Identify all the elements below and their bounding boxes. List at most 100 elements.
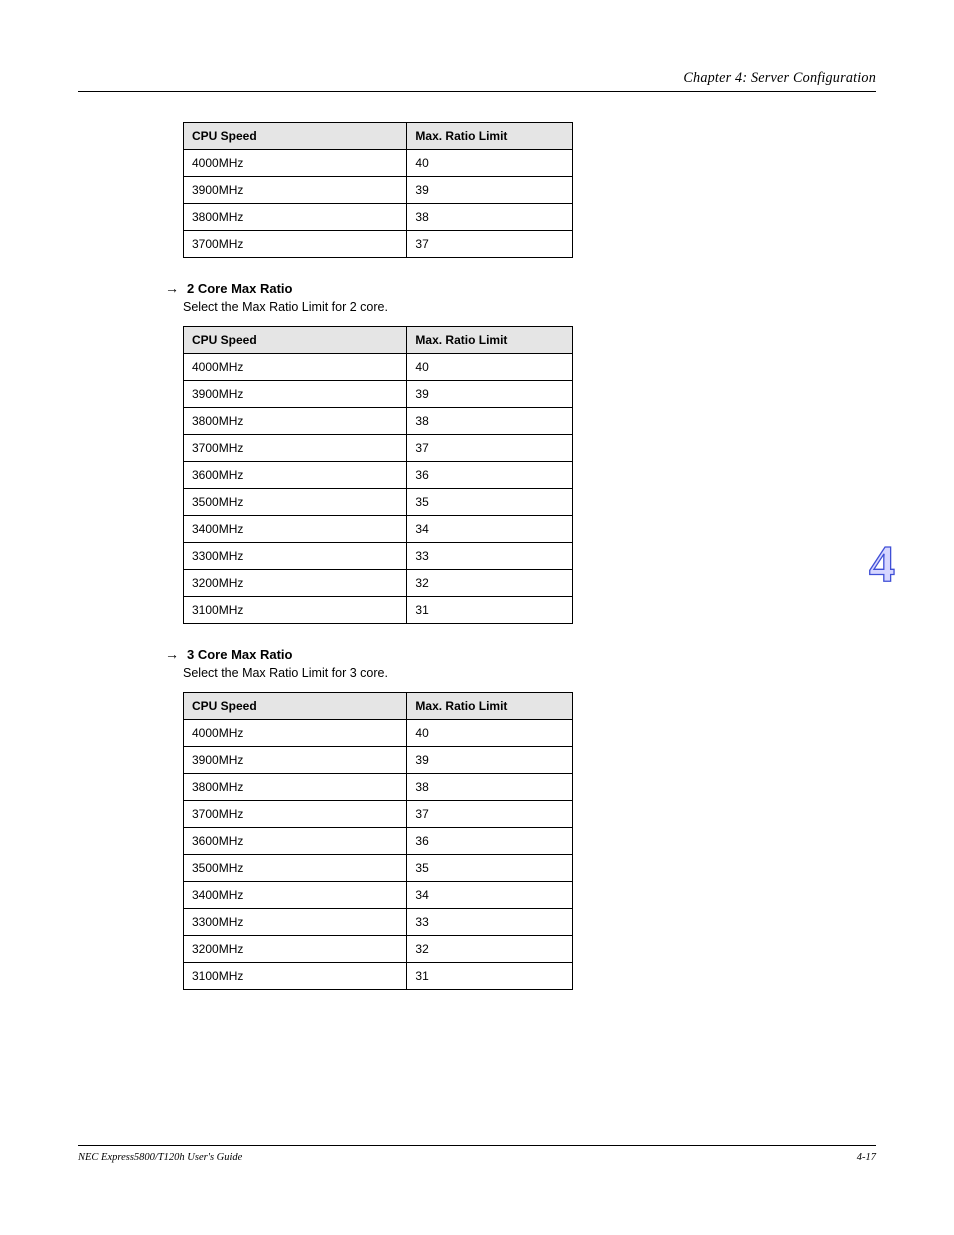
- cell: 3300MHz: [184, 543, 407, 570]
- page: Chapter 4: Server Configuration CPU Spee…: [0, 0, 954, 1235]
- table-row: 3400MHz34: [184, 882, 573, 909]
- cell: 33: [407, 909, 573, 936]
- cell: 4000MHz: [184, 720, 407, 747]
- cell: 3800MHz: [184, 204, 407, 231]
- cell: 36: [407, 828, 573, 855]
- cell: 37: [407, 435, 573, 462]
- table-header-row: CPU Speed Max. Ratio Limit: [184, 123, 573, 150]
- table-row: 3100MHz31: [184, 597, 573, 624]
- section-title-text: 2 Core Max Ratio: [187, 281, 292, 296]
- cell: 37: [407, 801, 573, 828]
- arrow-icon: →: [165, 280, 179, 296]
- table-row: 3600MHz36: [184, 828, 573, 855]
- footer-left: NEC Express5800/T120h User's Guide: [78, 1152, 242, 1163]
- table-row: 3800MHz38: [184, 408, 573, 435]
- cell: 3700MHz: [184, 801, 407, 828]
- cell: 3900MHz: [184, 177, 407, 204]
- table-row: 3600MHz36: [184, 462, 573, 489]
- table-row: 3500MHz35: [184, 855, 573, 882]
- content-area: CPU Speed Max. Ratio Limit 4000MHz40 390…: [78, 122, 678, 990]
- cell: 3500MHz: [184, 489, 407, 516]
- cell: 3900MHz: [184, 381, 407, 408]
- col-cpu-speed: CPU Speed: [184, 327, 407, 354]
- table-header-row: CPU Speed Max. Ratio Limit: [184, 327, 573, 354]
- cell: 3700MHz: [184, 435, 407, 462]
- table-row: 3700MHz37: [184, 801, 573, 828]
- section-2-core-sub: Select the Max Ratio Limit for 2 core.: [183, 300, 678, 314]
- cell: 40: [407, 354, 573, 381]
- page-footer: NEC Express5800/T120h User's Guide 4-17: [78, 1145, 876, 1163]
- col-cpu-speed: CPU Speed: [184, 123, 407, 150]
- cell: 32: [407, 570, 573, 597]
- table-row: 3800MHz38: [184, 204, 573, 231]
- cell: 40: [407, 150, 573, 177]
- cell: 3800MHz: [184, 408, 407, 435]
- section-3-core-title: → 3 Core Max Ratio: [165, 646, 678, 662]
- cell: 3200MHz: [184, 570, 407, 597]
- col-max-ratio: Max. Ratio Limit: [407, 123, 573, 150]
- table-row: 3900MHz39: [184, 747, 573, 774]
- cell: 40: [407, 720, 573, 747]
- table-row: 3800MHz38: [184, 774, 573, 801]
- table-row: 3900MHz39: [184, 177, 573, 204]
- cell: 32: [407, 936, 573, 963]
- table-1-core: CPU Speed Max. Ratio Limit 4000MHz40 390…: [183, 122, 573, 258]
- table-header-row: CPU Speed Max. Ratio Limit: [184, 693, 573, 720]
- table-row: 4000MHz40: [184, 720, 573, 747]
- cell: 36: [407, 462, 573, 489]
- cell: 4000MHz: [184, 150, 407, 177]
- table-row: 3100MHz31: [184, 963, 573, 990]
- cell: 34: [407, 516, 573, 543]
- table-row: 3400MHz34: [184, 516, 573, 543]
- arrow-icon: →: [165, 646, 179, 662]
- cell: 3100MHz: [184, 597, 407, 624]
- cell: 33: [407, 543, 573, 570]
- cell: 3800MHz: [184, 774, 407, 801]
- table-2-core: CPU Speed Max. Ratio Limit 4000MHz40 390…: [183, 326, 573, 624]
- cell: 35: [407, 855, 573, 882]
- cell: 39: [407, 177, 573, 204]
- table-row: 3200MHz32: [184, 936, 573, 963]
- table-row: 3300MHz33: [184, 543, 573, 570]
- cell: 3500MHz: [184, 855, 407, 882]
- chapter-number-icon: 4: [869, 535, 894, 594]
- table-row: 3900MHz39: [184, 381, 573, 408]
- cell: 39: [407, 747, 573, 774]
- cell: 3600MHz: [184, 462, 407, 489]
- section-2-core-title: → 2 Core Max Ratio: [165, 280, 678, 296]
- cell: 35: [407, 489, 573, 516]
- col-cpu-speed: CPU Speed: [184, 693, 407, 720]
- table-3-core: CPU Speed Max. Ratio Limit 4000MHz40 390…: [183, 692, 573, 990]
- cell: 3400MHz: [184, 882, 407, 909]
- table-row: 3700MHz37: [184, 231, 573, 258]
- cell: 3100MHz: [184, 963, 407, 990]
- section-title-text: 3 Core Max Ratio: [187, 647, 292, 662]
- cell: 3300MHz: [184, 909, 407, 936]
- cell: 3400MHz: [184, 516, 407, 543]
- table-row: 3500MHz35: [184, 489, 573, 516]
- section-3-core-sub: Select the Max Ratio Limit for 3 core.: [183, 666, 678, 680]
- cell: 3600MHz: [184, 828, 407, 855]
- cell: 38: [407, 408, 573, 435]
- cell: 38: [407, 204, 573, 231]
- cell: 31: [407, 963, 573, 990]
- table-row: 3200MHz32: [184, 570, 573, 597]
- footer-right: 4-17: [857, 1152, 876, 1163]
- cell: 37: [407, 231, 573, 258]
- cell: 3700MHz: [184, 231, 407, 258]
- cell: 3200MHz: [184, 936, 407, 963]
- header-title: Chapter 4: Server Configuration: [78, 70, 876, 87]
- cell: 39: [407, 381, 573, 408]
- cell: 3900MHz: [184, 747, 407, 774]
- col-max-ratio: Max. Ratio Limit: [407, 327, 573, 354]
- cell: 4000MHz: [184, 354, 407, 381]
- table-row: 3300MHz33: [184, 909, 573, 936]
- table-row: 4000MHz40: [184, 150, 573, 177]
- table-row: 4000MHz40: [184, 354, 573, 381]
- cell: 38: [407, 774, 573, 801]
- col-max-ratio: Max. Ratio Limit: [407, 693, 573, 720]
- table-row: 3700MHz37: [184, 435, 573, 462]
- page-header: Chapter 4: Server Configuration: [78, 70, 876, 92]
- cell: 31: [407, 597, 573, 624]
- cell: 34: [407, 882, 573, 909]
